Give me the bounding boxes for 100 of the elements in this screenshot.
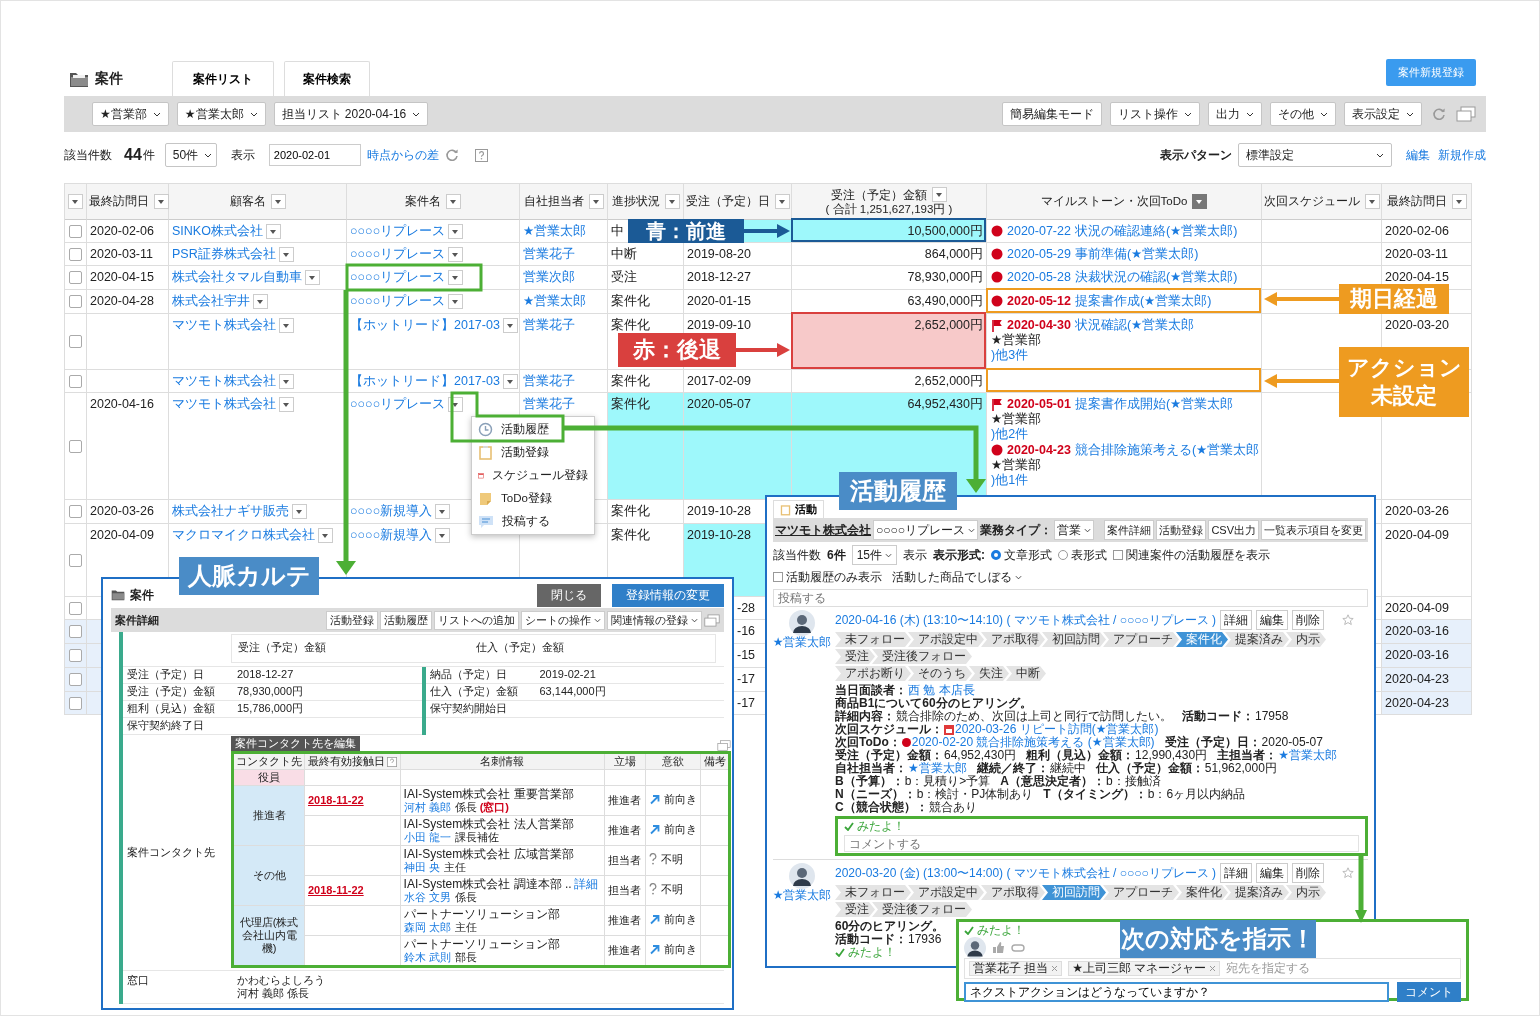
entry-button[interactable]: 削除 xyxy=(1292,610,1325,630)
dropdown-button[interactable] xyxy=(253,294,268,310)
customer-link[interactable]: マツモト株式会社 xyxy=(172,397,276,411)
stage-step[interactable]: アプローチ xyxy=(1103,632,1179,647)
stage-step[interactable]: アポ設定中 xyxy=(908,885,984,900)
action-button[interactable]: 活動登録 xyxy=(1156,520,1207,540)
checkbox[interactable] xyxy=(69,649,82,662)
dropdown-button[interactable] xyxy=(278,247,294,263)
dropdown-button[interactable] xyxy=(435,528,451,544)
activity-link[interactable]: 2020-04-16 (木) (13:10〜14:10) ( マツモト株式会社 / ○○○○リプレース ) xyxy=(835,613,1217,627)
dropdown-button[interactable] xyxy=(305,270,320,286)
menu-item[interactable]: スケジュール登録 xyxy=(472,464,594,487)
more-link[interactable]: )他3件 xyxy=(991,348,1029,362)
stage-step[interactable]: 受注 xyxy=(835,649,875,664)
filter-select[interactable]: ★営業部 xyxy=(92,102,169,126)
deal-link[interactable]: ○○○○新規導入 xyxy=(350,504,433,518)
contact-link[interactable]: 小田 龍一 xyxy=(403,831,451,843)
entry-button[interactable]: 詳細 xyxy=(1220,863,1253,883)
todo-link[interactable]: 状況の確認連絡(★営業太郎) xyxy=(1074,223,1238,239)
more-link[interactable]: )他1件 xyxy=(991,473,1029,487)
activity-link[interactable]: 2020-03-20 (金) (13:00〜14:00) ( マツモト株式会社 / ○○○○リプレース ) xyxy=(835,866,1217,880)
detail-link[interactable]: ★営業太郎 xyxy=(908,762,967,775)
checkbox[interactable] xyxy=(69,696,82,710)
checkbox[interactable] xyxy=(69,224,82,238)
toolbar-button[interactable]: リスト操作 xyxy=(1110,102,1200,126)
comment-field[interactable]: ネクストアクションはどうなっていますか？ xyxy=(964,982,1389,1002)
detail-link[interactable]: 西 勉 本店長 xyxy=(908,684,975,697)
dropdown-button[interactable] xyxy=(774,194,790,209)
close-icon[interactable] xyxy=(1051,965,1059,972)
edit-contacts-button[interactable]: 案件コンタクト先を編集 xyxy=(231,736,360,751)
owner-link[interactable]: ★営業太郎 xyxy=(523,224,587,238)
detail-link[interactable]: 2020-03-26 リピート訪問(★営業太郎) xyxy=(955,723,1159,736)
checkbox[interactable] xyxy=(69,271,82,284)
dropdown-button[interactable] xyxy=(68,194,83,209)
dropdown-button[interactable] xyxy=(279,318,294,334)
stage-step[interactable]: 中断 xyxy=(1006,666,1046,681)
deal-link[interactable]: 【ホットリード】2017-03 xyxy=(350,318,500,332)
dropdown-button[interactable] xyxy=(932,187,947,202)
stage-step[interactable]: アポ取得 xyxy=(981,632,1045,647)
entry-button[interactable]: 詳細 xyxy=(1220,610,1253,630)
page-size-select[interactable]: 50件 xyxy=(164,143,217,167)
entry-button[interactable]: 編集 xyxy=(1256,863,1289,883)
filter-select[interactable]: 担当リスト 2020-04-16 xyxy=(273,102,429,126)
stage-step[interactable]: 受注後フォロー xyxy=(872,902,972,917)
diff-link[interactable]: 時点からの差 xyxy=(366,146,439,164)
toolbar-button[interactable]: 出力 xyxy=(1208,102,1262,126)
todo-link[interactable]: 状況確認(★営業太郎 xyxy=(1074,317,1195,333)
thumbs-up-icon[interactable] xyxy=(992,942,1005,953)
dropdown-button[interactable] xyxy=(448,247,464,263)
dropdown-button[interactable] xyxy=(446,194,461,209)
checkbox[interactable] xyxy=(69,601,82,615)
action-button[interactable]: シートの操作 xyxy=(521,610,605,630)
dropdown-button[interactable] xyxy=(1451,194,1467,209)
paperclip-icon[interactable] xyxy=(1011,943,1025,952)
dropdown-button[interactable] xyxy=(318,528,333,544)
customer-link[interactable]: 株式会社宇井 xyxy=(172,294,250,308)
dropdown-button[interactable] xyxy=(1364,194,1380,209)
comment-field[interactable]: コメントする xyxy=(844,835,1359,852)
more-link[interactable]: )他2件 xyxy=(991,427,1029,441)
toolbar-button[interactable]: 表示設定 xyxy=(1344,102,1422,126)
action-button[interactable]: 関連情報の登録 xyxy=(607,610,702,630)
action-button[interactable]: 案件詳細 xyxy=(1104,520,1155,540)
customer-link[interactable]: PSR証券株式会社 xyxy=(172,247,276,261)
checkbox[interactable] xyxy=(69,374,82,388)
checkbox[interactable] xyxy=(69,247,82,261)
action-button[interactable]: 活動登録 xyxy=(326,610,378,630)
pattern-select[interactable]: 標準設定 xyxy=(1238,143,1392,167)
radio-button[interactable] xyxy=(991,550,1002,560)
checkbox[interactable] xyxy=(69,335,82,348)
deal-link[interactable]: ○○○○リプレース xyxy=(350,247,446,261)
dropdown-button[interactable] xyxy=(279,374,294,390)
stage-step[interactable]: 失注 xyxy=(969,666,1009,681)
dropdown-button[interactable] xyxy=(448,270,464,286)
deal-select[interactable]: ○○○○リプレース xyxy=(873,520,978,540)
action-button[interactable]: 活動履歴 xyxy=(380,610,432,630)
dropdown-button[interactable] xyxy=(435,504,451,520)
owner-link[interactable]: 営業花子 xyxy=(523,397,575,411)
panel-button[interactable]: 登録情報の変更 xyxy=(612,583,724,607)
checkbox[interactable] xyxy=(69,553,82,567)
owner-link[interactable]: 営業花子 xyxy=(523,247,575,261)
stage-step[interactable]: アポ取得 xyxy=(981,885,1045,900)
checkbox[interactable] xyxy=(69,625,82,638)
menu-item[interactable]: 活動登録 xyxy=(472,441,594,464)
panel-button[interactable]: 閉じる xyxy=(537,583,601,607)
dropdown-button[interactable] xyxy=(448,224,464,240)
owner-link[interactable]: 営業次郎 xyxy=(523,270,575,284)
deal-link[interactable]: 【ホットリード】2017-03 xyxy=(350,374,500,388)
menu-item[interactable]: 投稿する xyxy=(472,510,594,533)
checkbox[interactable] xyxy=(69,505,82,518)
stage-step[interactable]: 提案済み xyxy=(1225,632,1289,647)
action-button[interactable]: 一覧表示項目を変更 xyxy=(1261,520,1366,540)
type-select[interactable]: 営業 xyxy=(1054,520,1094,540)
comment-button[interactable]: コメント xyxy=(1397,982,1461,1002)
star-icon[interactable] xyxy=(1342,867,1354,879)
checkbox[interactable] xyxy=(69,295,82,308)
customer-link[interactable]: マツモト株式会社 xyxy=(172,374,276,388)
tab[interactable]: 案件検索 xyxy=(284,61,370,96)
dropdown-button[interactable] xyxy=(588,194,604,209)
deal-link[interactable]: ○○○○新規導入 xyxy=(350,528,433,542)
dropdown-button[interactable] xyxy=(502,318,518,334)
